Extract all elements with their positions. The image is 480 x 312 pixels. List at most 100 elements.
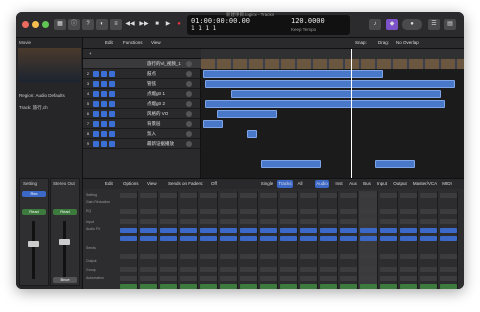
automation-read-button[interactable] [260,284,277,289]
gain-slot[interactable] [380,209,397,214]
volume-knob[interactable] [186,71,192,77]
gain-slot[interactable] [280,209,297,214]
group-slot[interactable] [260,276,277,281]
arrange-area[interactable] [201,49,464,178]
input-slot[interactable] [120,228,137,233]
volume-knob[interactable] [186,141,192,147]
solo-icon[interactable] [101,91,107,97]
ruler[interactable] [201,49,464,59]
sends-slot[interactable] [360,254,377,259]
setting-slot[interactable] [120,193,137,198]
mixer-channel-strip[interactable] [119,191,138,289]
track-header[interactable]: 7 背景层 [83,119,201,129]
sends-slot[interactable] [440,254,457,259]
setting-slot[interactable] [260,193,277,198]
eq-slot[interactable] [420,219,437,224]
eq-slot[interactable] [260,219,277,224]
automation-read-button[interactable] [220,284,237,289]
audio-fx-slot[interactable] [300,236,317,241]
mute-icon[interactable] [93,91,99,97]
record-arm-icon[interactable] [109,71,115,77]
input-slot[interactable] [260,228,277,233]
sends-slot[interactable] [200,254,217,259]
input-slot[interactable] [360,228,377,233]
eq-slot[interactable] [140,219,157,224]
gain-slot[interactable] [400,209,417,214]
record-icon[interactable]: ● [174,19,184,30]
track-header[interactable]: 2 鼓点 [83,69,201,79]
sends-slot[interactable] [320,254,337,259]
audio-fx-slot[interactable] [240,236,257,241]
eq-slot[interactable] [160,219,177,224]
setting-slot[interactable] [360,193,377,198]
setting-slot[interactable] [320,193,337,198]
filter-output[interactable]: Output [391,180,409,188]
mixer-channel-strip[interactable] [159,191,178,289]
volume-knob[interactable] [186,61,192,67]
setting-slot[interactable] [160,193,177,198]
track-header[interactable]: 3 管弦 [83,79,201,89]
output-slot[interactable] [420,267,437,272]
volume-knob[interactable] [186,101,192,107]
group-slot[interactable] [440,276,457,281]
group-slot[interactable] [120,276,137,281]
eq-slot[interactable] [300,219,317,224]
audio-fx-slot[interactable] [380,236,397,241]
sends-slot[interactable] [260,254,277,259]
setting-slot[interactable] [180,193,197,198]
output-slot[interactable] [120,267,137,272]
audio-fx-slot[interactable] [220,236,237,241]
mixer-edit-menu[interactable]: Edit [105,181,113,186]
gain-slot[interactable] [180,209,197,214]
input-slot[interactable] [440,228,457,233]
browser-icon[interactable]: ▤ [444,19,456,30]
sends-slot[interactable] [140,254,157,259]
volume-knob[interactable] [186,81,192,87]
setting-slot[interactable] [200,193,217,198]
mixer-channel-strip[interactable] [379,191,398,289]
group-slot[interactable] [200,276,217,281]
lcd-display[interactable]: 01:00:00:00.00 1 1 1 1 120.0000 Keep Tem… [187,15,350,35]
automation-read-button[interactable] [240,284,257,289]
mixer-view-menu[interactable]: View [147,181,157,186]
output-slot[interactable] [160,267,177,272]
input-slot[interactable] [240,228,257,233]
forward-icon[interactable]: ▶▶ [138,19,150,30]
eq-slot[interactable] [400,219,417,224]
volume-knob[interactable] [186,91,192,97]
list-icon[interactable]: ☰ [428,19,440,30]
mute-icon[interactable] [93,81,99,87]
functions-menu[interactable]: Functions [123,40,143,45]
playhead[interactable] [351,49,352,178]
solo-icon[interactable] [101,71,107,77]
audio-region[interactable] [375,160,415,168]
setting-slot[interactable] [340,193,357,198]
input-slot[interactable] [200,228,217,233]
rewind-icon[interactable]: ◀◀ [124,19,136,30]
input-slot[interactable] [160,228,177,233]
input-slot[interactable] [420,228,437,233]
gain-slot[interactable] [160,209,177,214]
inspector-icon[interactable]: ⓘ [68,19,80,30]
filter-master-vca[interactable]: Master/VCA [411,180,439,188]
filter-aux[interactable]: Aux [347,180,359,188]
audio-region[interactable] [205,100,445,108]
audio-fx-slot[interactable] [340,236,357,241]
eq-slot[interactable] [180,219,197,224]
mixer-channel-strip[interactable] [439,191,458,289]
input-slot[interactable] [340,228,357,233]
record-arm-icon[interactable] [109,101,115,107]
mixer-channel-strip[interactable] [219,191,238,289]
setting-slot[interactable] [220,193,237,198]
setting-slot[interactable] [300,193,317,198]
filter-inst[interactable]: Inst [333,180,345,188]
tuner-icon[interactable]: ♪ [369,19,381,30]
group-slot[interactable] [140,276,157,281]
volume-knob[interactable] [186,111,192,117]
sends-slot[interactable] [120,254,137,259]
track-header[interactable]: 4 点缀gtr 1 [83,89,201,99]
region-label[interactable]: Region: Audio Defaults [19,93,65,98]
mixer-channel-strip[interactable] [239,191,258,289]
sends-slot[interactable] [340,254,357,259]
drag-mode-select[interactable]: No Overlap [396,40,419,45]
